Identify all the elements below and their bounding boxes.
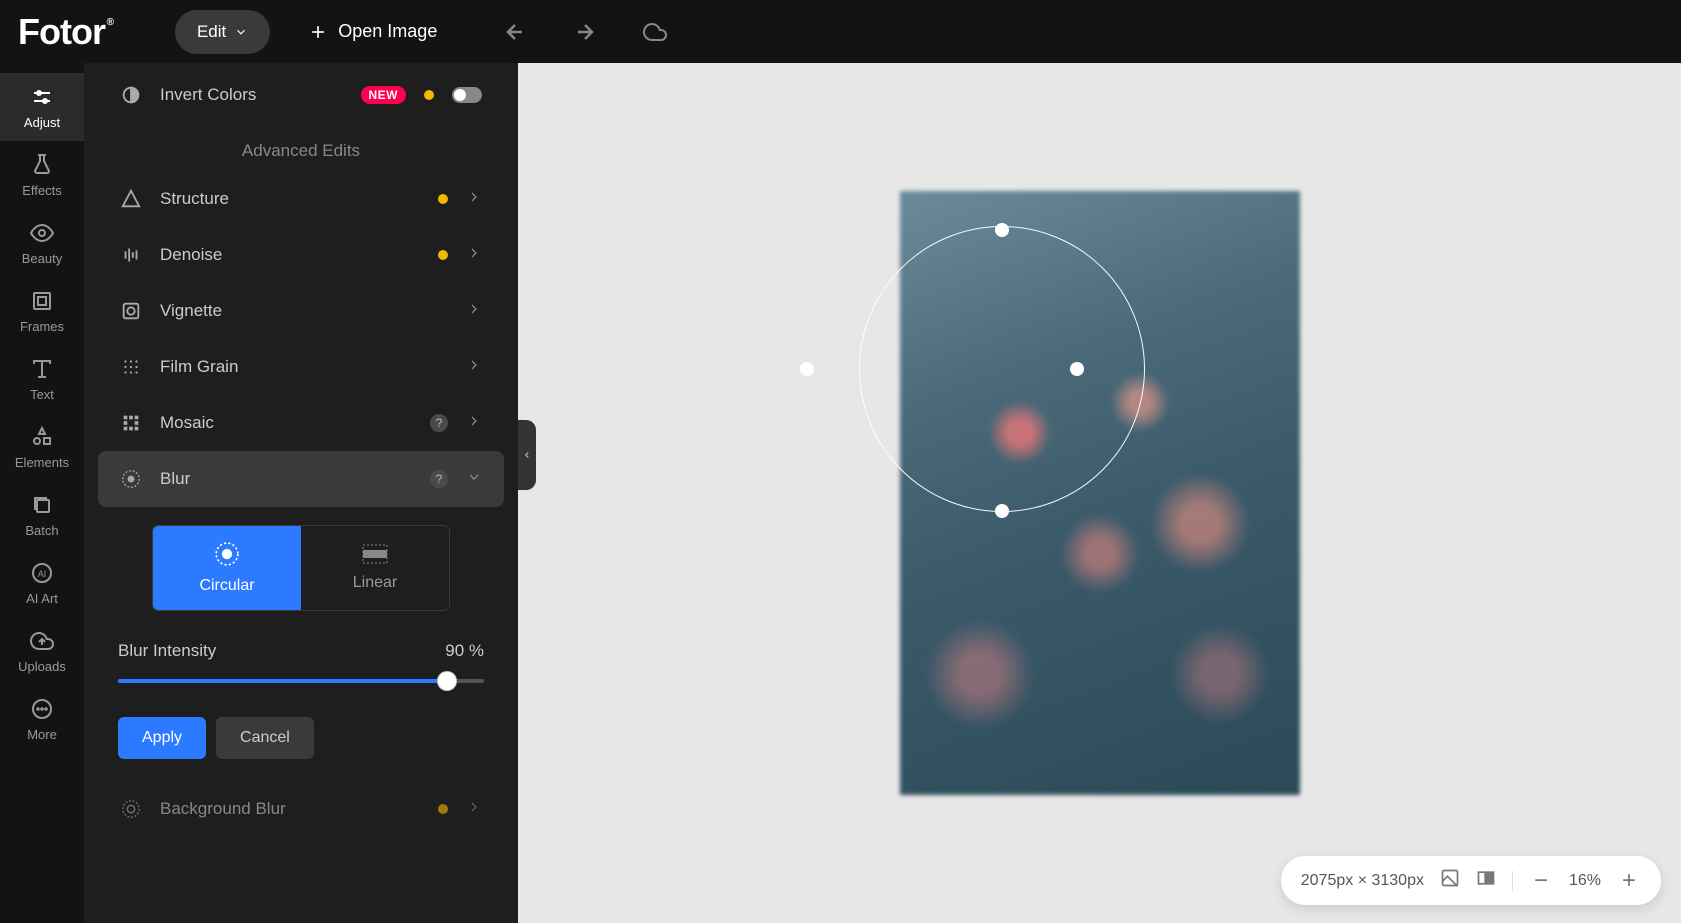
rail-item-uploads[interactable]: Uploads — [0, 617, 84, 685]
text-icon — [30, 357, 54, 381]
rail-item-elements[interactable]: Elements — [0, 413, 84, 481]
blur-icon — [120, 468, 142, 490]
blur-ring-handle-right[interactable] — [1070, 362, 1084, 376]
eye-icon — [30, 221, 54, 245]
rail-item-effects[interactable]: Effects — [0, 141, 84, 209]
open-image-label: Open Image — [338, 21, 437, 42]
canvas-dimensions: 2075px × 3130px — [1301, 872, 1424, 890]
cloud-save-button[interactable] — [631, 8, 679, 56]
blur-type-tabs: Circular Linear — [152, 525, 450, 611]
rail-item-more[interactable]: More — [0, 685, 84, 753]
row-film-grain[interactable]: Film Grain — [84, 339, 518, 395]
blur-ring-handle-top[interactable] — [995, 223, 1009, 237]
edit-label: Edit — [197, 22, 226, 42]
premium-dot-icon — [438, 250, 448, 260]
row-denoise[interactable]: Denoise — [84, 227, 518, 283]
left-rail: Adjust Effects Beauty Frames Text Elemen… — [0, 63, 84, 923]
square-icon — [30, 289, 54, 313]
circular-blur-icon — [214, 541, 240, 567]
panel-collapse-handle[interactable] — [518, 420, 536, 490]
row-vignette[interactable]: Vignette — [84, 283, 518, 339]
help-icon[interactable]: ? — [430, 414, 448, 432]
row-invert-colors[interactable]: Invert Colors NEW — [84, 67, 518, 123]
chevron-right-icon — [466, 413, 482, 434]
rail-item-adjust[interactable]: Adjust — [0, 73, 84, 141]
vignette-icon — [120, 300, 142, 322]
stack-icon — [30, 493, 54, 517]
premium-dot-icon — [438, 194, 448, 204]
chevron-down-icon — [234, 25, 248, 39]
apply-button[interactable]: Apply — [118, 717, 206, 759]
row-mosaic[interactable]: Mosaic ? — [84, 395, 518, 451]
chevron-right-icon — [466, 357, 482, 378]
image-icon — [1440, 868, 1460, 888]
cancel-button[interactable]: Cancel — [216, 717, 314, 759]
edit-dropdown[interactable]: Edit — [175, 10, 270, 54]
row-structure[interactable]: Structure — [84, 171, 518, 227]
blur-intensity-slider[interactable] — [118, 679, 484, 683]
svg-text:AI: AI — [38, 569, 47, 579]
blur-intensity-label: Blur Intensity — [118, 641, 216, 661]
chevron-right-icon — [466, 799, 482, 820]
rail-item-batch[interactable]: Batch — [0, 481, 84, 549]
new-badge: NEW — [361, 86, 407, 104]
row-background-blur[interactable]: Background Blur — [84, 781, 518, 837]
fotor-logo: Fotor® — [18, 11, 105, 53]
row-blur[interactable]: Blur ? — [98, 451, 504, 507]
blur-intensity-control: Blur Intensity 90 % — [84, 611, 518, 693]
open-image-button[interactable]: Open Image — [308, 21, 437, 42]
compare-icon — [1476, 868, 1496, 888]
background-blur-icon — [120, 798, 142, 820]
chevron-right-icon — [466, 301, 482, 322]
premium-dot-icon — [424, 90, 434, 100]
chevron-down-icon — [466, 469, 482, 490]
ai-icon: AI — [30, 561, 54, 585]
arrow-left-icon — [503, 20, 527, 44]
denoise-icon — [120, 244, 142, 266]
blur-ring[interactable] — [859, 226, 1145, 512]
chevron-right-icon — [466, 245, 482, 266]
blur-tab-linear[interactable]: Linear — [301, 526, 449, 610]
structure-icon — [120, 188, 142, 210]
redo-button[interactable] — [561, 8, 609, 56]
compare-button[interactable] — [1476, 868, 1496, 893]
premium-dot-icon — [438, 804, 448, 814]
undo-button[interactable] — [491, 8, 539, 56]
advanced-edits-heading: Advanced Edits — [84, 123, 518, 171]
blur-ring-handle-left[interactable] — [800, 362, 814, 376]
rail-item-frames[interactable]: Frames — [0, 277, 84, 345]
top-bar: Fotor® Edit Open Image — [0, 0, 1681, 63]
chevron-right-icon — [466, 189, 482, 210]
slider-handle[interactable] — [438, 672, 456, 690]
film-grain-icon — [120, 356, 142, 378]
zoom-level: 16% — [1569, 872, 1601, 890]
invert-colors-icon — [120, 84, 142, 106]
shapes-icon — [30, 425, 54, 449]
arrow-right-icon — [573, 20, 597, 44]
rail-item-aiart[interactable]: AI AI Art — [0, 549, 84, 617]
cloud-icon — [643, 20, 667, 44]
blur-ring-handle-bottom[interactable] — [995, 504, 1009, 518]
zoom-out-button[interactable]: − — [1529, 869, 1553, 893]
sliders-icon — [30, 85, 54, 109]
plus-icon — [308, 22, 328, 42]
canvas-area[interactable] — [518, 63, 1681, 923]
upload-icon — [30, 629, 54, 653]
more-icon — [30, 697, 54, 721]
rail-item-text[interactable]: Text — [0, 345, 84, 413]
chevron-left-icon — [522, 448, 532, 462]
blur-tab-circular[interactable]: Circular — [153, 526, 301, 610]
adjust-panel: Invert Colors NEW Advanced Edits Structu… — [84, 63, 518, 923]
rail-item-beauty[interactable]: Beauty — [0, 209, 84, 277]
zoom-in-button[interactable]: + — [1617, 869, 1641, 893]
help-icon[interactable]: ? — [430, 470, 448, 488]
fit-to-screen-button[interactable] — [1440, 868, 1460, 893]
status-bar: 2075px × 3130px − 16% + — [1281, 856, 1661, 905]
flask-icon — [30, 153, 54, 177]
blur-intensity-value: 90 % — [445, 641, 484, 661]
invert-colors-toggle[interactable] — [452, 87, 482, 103]
linear-blur-icon — [362, 544, 388, 564]
mosaic-icon — [120, 412, 142, 434]
